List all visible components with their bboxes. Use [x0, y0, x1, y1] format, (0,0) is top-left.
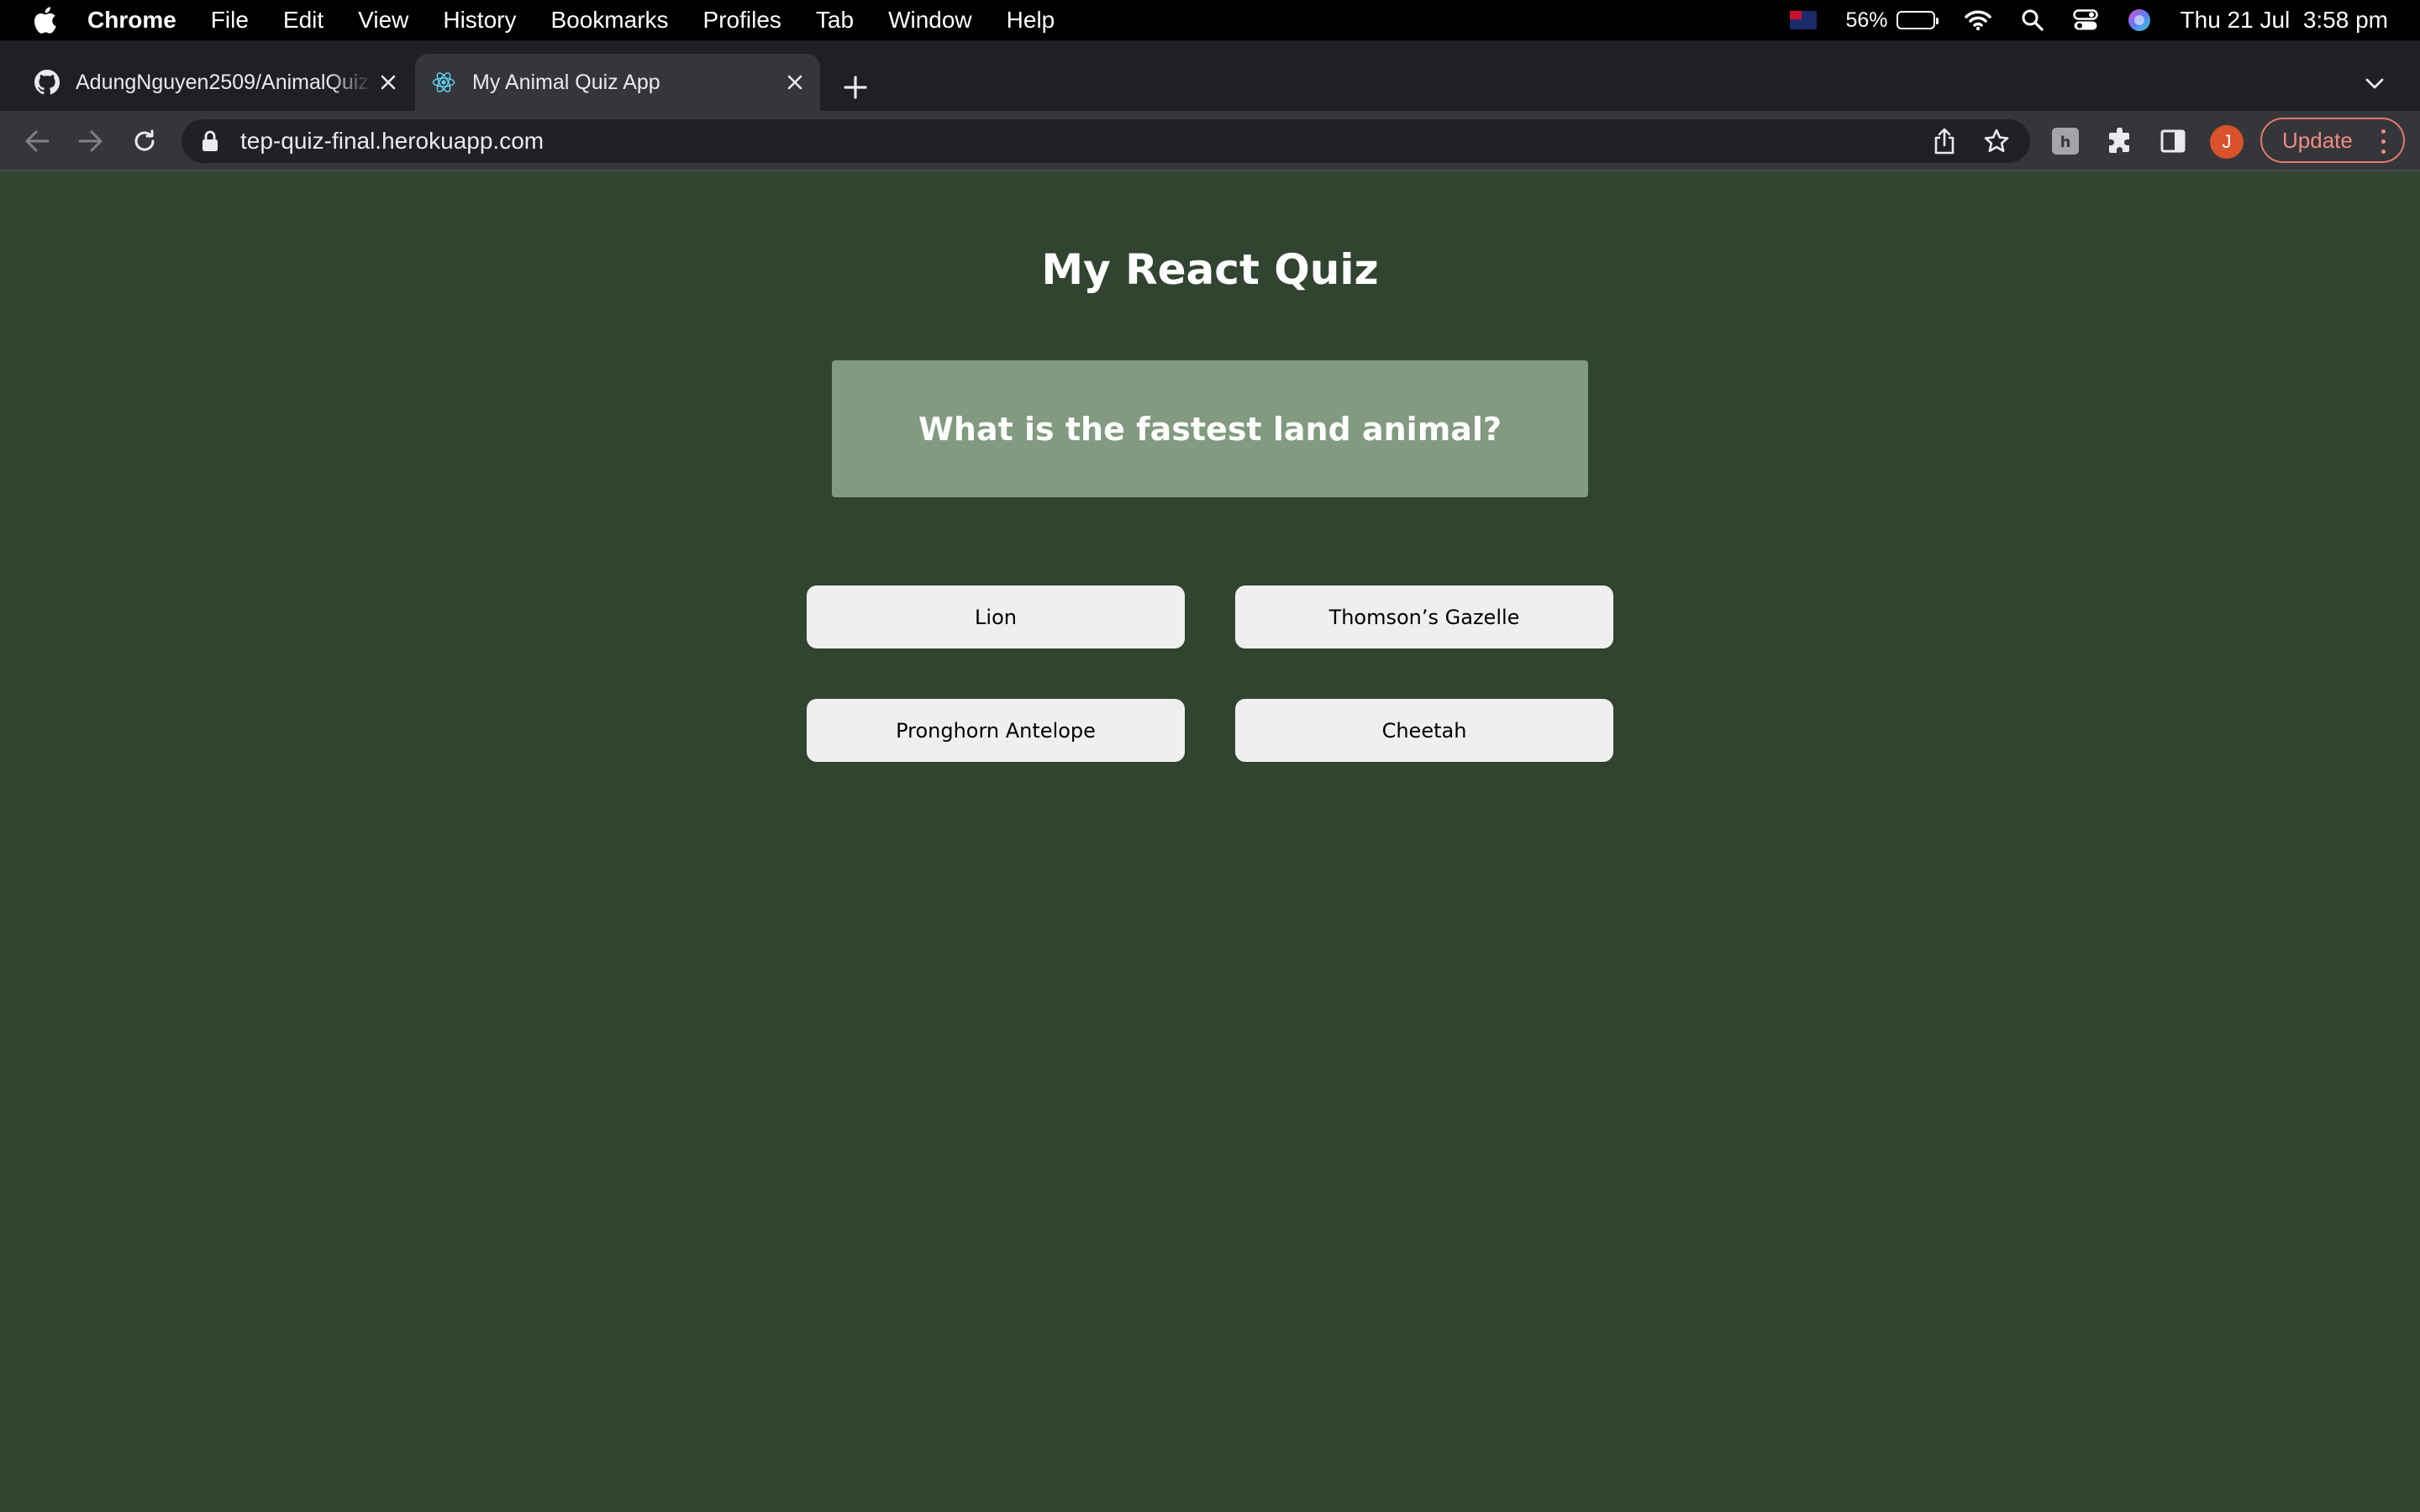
forward-arrow-icon[interactable]: [72, 123, 109, 160]
battery-status[interactable]: 56%: [1845, 8, 1939, 33]
lock-icon[interactable]: [202, 130, 220, 152]
url-text[interactable]: tep-quiz-final.herokuapp.com: [240, 128, 544, 155]
tab-title: AdungNguyen2509/AnimalQuiz: [76, 70, 369, 94]
tab-title: My Animal Quiz App: [472, 70, 660, 94]
back-arrow-icon[interactable]: [18, 123, 55, 160]
address-bar[interactable]: tep-quiz-final.herokuapp.com: [182, 119, 2030, 163]
apple-icon[interactable]: [32, 6, 57, 34]
question-text: What is the fastest land animal?: [918, 410, 1502, 448]
menu-file[interactable]: File: [211, 7, 249, 34]
tab-search-chevron-down-icon[interactable]: [2358, 67, 2391, 101]
close-tab-icon[interactable]: [373, 67, 403, 97]
github-icon: [34, 69, 60, 96]
wifi-icon[interactable]: [1964, 9, 1992, 31]
menubar-datetime[interactable]: Thu 21 Jul 3:58 pm: [2181, 7, 2388, 34]
browser-tab-strip: AdungNguyen2509/AnimalQuiz My Animal Qui…: [0, 40, 2420, 111]
battery-percent: 56%: [1845, 8, 1888, 32]
react-icon: [430, 69, 457, 96]
siri-icon[interactable]: [2127, 8, 2152, 33]
profile-avatar[interactable]: J: [2210, 125, 2244, 159]
svg-text:h: h: [2060, 134, 2071, 151]
macos-menu-bar: Chrome File Edit View History Bookmarks …: [0, 0, 2420, 40]
control-center-icon[interactable]: [2072, 9, 2098, 31]
menu-window[interactable]: Window: [888, 7, 972, 34]
menubar-status-area: 56% Thu 21 Jul 3:58 pm: [1761, 0, 2388, 40]
tab-github[interactable]: AdungNguyen2509/AnimalQuiz: [18, 54, 413, 111]
question-card: What is the fastest land animal?: [832, 360, 1588, 497]
share-icon[interactable]: [1929, 126, 1960, 156]
input-source-flag-icon[interactable]: [1790, 11, 1818, 29]
answer-button-thomsons-gazelle[interactable]: Thomson’s Gazelle: [1235, 585, 1613, 648]
menu-profiles[interactable]: Profiles: [703, 7, 781, 34]
close-tab-icon[interactable]: [780, 67, 810, 97]
answer-button-cheetah[interactable]: Cheetah: [1235, 699, 1613, 762]
more-vertical-icon: [2375, 126, 2391, 156]
menu-tab[interactable]: Tab: [816, 7, 854, 34]
tab-quiz-app[interactable]: My Animal Quiz App: [415, 54, 820, 111]
menu-view[interactable]: View: [358, 7, 408, 34]
extensions-puzzle-icon[interactable]: [2101, 123, 2138, 160]
menu-edit[interactable]: Edit: [283, 7, 324, 34]
answer-button-pronghorn-antelope[interactable]: Pronghorn Antelope: [807, 699, 1185, 762]
bookmark-star-icon[interactable]: [1981, 126, 2012, 156]
browser-toolbar: tep-quiz-final.herokuapp.com h J Update: [0, 111, 2420, 171]
extension-icon[interactable]: h: [2047, 123, 2084, 160]
reload-icon[interactable]: [126, 123, 163, 160]
quiz-page: My React Quiz What is the fastest land a…: [0, 173, 2420, 1512]
update-button[interactable]: Update: [2260, 118, 2405, 163]
menu-history[interactable]: History: [443, 7, 516, 34]
menu-help[interactable]: Help: [1007, 7, 1055, 34]
side-panel-icon[interactable]: [2154, 123, 2191, 160]
update-button-label: Update: [2282, 127, 2353, 153]
battery-icon: [1896, 11, 1939, 29]
page-title: My React Quiz: [1041, 245, 1379, 294]
menu-app-name[interactable]: Chrome: [87, 7, 176, 34]
new-tab-plus-icon[interactable]: [835, 67, 876, 108]
spotlight-search-icon[interactable]: [2021, 8, 2044, 32]
menu-bookmarks[interactable]: Bookmarks: [550, 7, 668, 34]
answer-button-lion[interactable]: Lion: [807, 585, 1185, 648]
